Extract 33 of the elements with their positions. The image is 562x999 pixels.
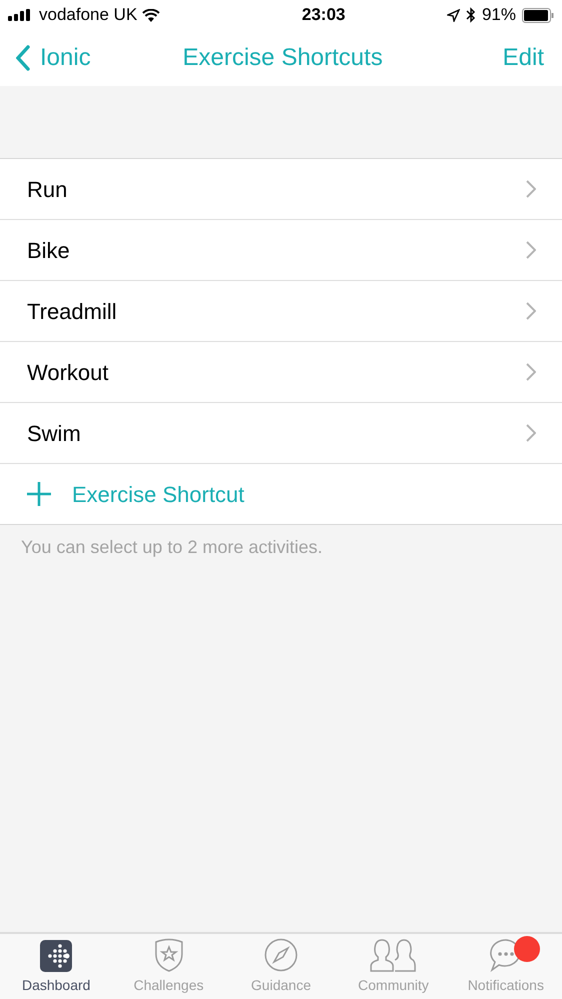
shortcut-row[interactable]: Bike — [0, 220, 562, 281]
shortcut-row[interactable]: Workout — [0, 342, 562, 403]
add-exercise-shortcut-button[interactable]: Exercise Shortcut — [0, 464, 562, 524]
battery-percentage: 91% — [482, 4, 516, 26]
wifi-icon — [142, 8, 160, 22]
tab-bar-item[interactable]: Guidance — [224, 934, 338, 999]
battery-icon — [522, 8, 554, 22]
chevron-right-icon — [526, 180, 536, 198]
carrier-name: vodafone UK — [39, 4, 138, 26]
star-shield-icon — [152, 938, 185, 972]
chevron-right-icon — [526, 241, 536, 259]
location-arrow-icon — [446, 8, 460, 22]
chevron-right-icon — [526, 424, 536, 442]
tab-bar-item[interactable]: Community — [337, 934, 450, 999]
chevron-right-icon — [526, 363, 536, 381]
shortcut-row[interactable]: Treadmill — [0, 281, 562, 342]
clock-time: 23:03 — [302, 4, 346, 26]
tab-bar-item[interactable]: Challenges — [112, 934, 225, 999]
edit-button[interactable]: Edit — [502, 40, 544, 76]
dots-logo-icon — [40, 940, 72, 972]
shortcut-row[interactable]: Run — [0, 159, 562, 220]
shortcut-row[interactable]: Swim — [0, 403, 562, 464]
back-button[interactable]: Ionic — [16, 40, 91, 76]
bluetooth-icon — [466, 7, 476, 23]
chevron-left-icon — [16, 45, 30, 71]
chevron-right-icon — [526, 302, 536, 320]
tab-bar-item[interactable]: Dashboard — [0, 934, 112, 999]
people-icon — [369, 938, 418, 972]
page-title: Exercise Shortcuts — [182, 43, 383, 73]
tab-bar-item[interactable]: Notifications — [450, 934, 562, 999]
plus-icon — [26, 481, 52, 507]
compass-icon — [264, 938, 298, 972]
hint-text: You can select up to 2 more activities. — [20, 536, 324, 559]
